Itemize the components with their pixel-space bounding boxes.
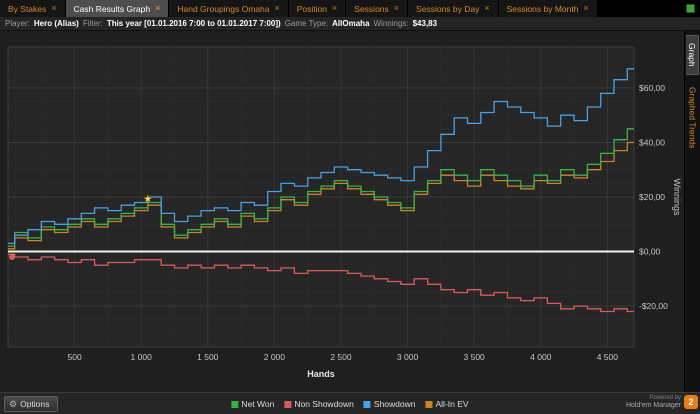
- tab-close-icon[interactable]: ×: [332, 4, 337, 13]
- tab-close-icon[interactable]: ×: [583, 4, 588, 13]
- tab-label: Hand Groupings Omaha: [177, 3, 270, 14]
- y-axis-title: Winnings: [672, 178, 682, 216]
- x-tick-label: 3 500: [464, 352, 486, 362]
- tab-close-icon[interactable]: ×: [51, 4, 56, 13]
- powered-by-label: Powered by: [649, 395, 681, 401]
- tab-close-icon[interactable]: ×: [155, 4, 160, 13]
- side-tab-graph[interactable]: Graph: [686, 35, 699, 75]
- x-tick-label: 2 500: [330, 352, 352, 362]
- dot-marker: [8, 254, 15, 260]
- options-button[interactable]: ⚙ Options: [4, 396, 59, 412]
- legend-item: Non Showdown: [284, 399, 354, 409]
- tab-bar-spacer: [598, 0, 686, 17]
- legend-swatch: [425, 400, 433, 408]
- hm2-logo: 2: [684, 395, 698, 410]
- tab-close-icon[interactable]: ×: [275, 4, 280, 13]
- tab-cash-results-graph[interactable]: Cash Results Graph ×: [65, 0, 170, 17]
- star-marker: ★: [143, 194, 153, 206]
- brand-label: Hold'em Manager: [625, 401, 681, 409]
- game-type-label: Game Type:: [284, 19, 329, 28]
- tab-label: Cash Results Graph: [73, 3, 151, 14]
- tab-label: By Stakes: [8, 3, 47, 14]
- x-tick-label: 1 000: [131, 352, 153, 362]
- tab-sessions-by-month[interactable]: Sessions by Month ×: [498, 0, 598, 17]
- powered-by-text: Powered by Hold'em Manager: [626, 395, 681, 410]
- x-tick-label: 1 500: [197, 352, 219, 362]
- y-tick-label: $0,00: [639, 247, 661, 257]
- y-tick-label: $20,00: [639, 192, 665, 202]
- y-tick-label: $40,00: [639, 137, 665, 147]
- x-tick-label: 4 000: [530, 352, 552, 362]
- side-tab-graphed-trends-label: Graphed Trends: [687, 86, 698, 149]
- filter-info-bar: Player: Hero (Alias) Filter: This year […: [0, 17, 700, 31]
- tab-label: Sessions: [354, 3, 389, 14]
- tab-label: Sessions by Month: [506, 3, 579, 14]
- side-tab-graphed-trends[interactable]: Graphed Trends: [687, 80, 699, 155]
- legend-swatch: [284, 400, 292, 408]
- legend-swatch: [231, 400, 239, 408]
- legend-label: Showdown: [373, 399, 416, 409]
- tab-bar: By Stakes × Cash Results Graph × Hand Groupi…: [0, 0, 700, 17]
- legend-label: All-In EV: [435, 399, 469, 409]
- legend-swatch: [363, 400, 371, 408]
- powered-by: Powered by Hold'em Manager 2: [626, 395, 698, 410]
- tab-position[interactable]: Position ×: [288, 0, 347, 17]
- filter-label: Filter:: [82, 19, 103, 28]
- gear-icon: ⚙: [9, 398, 18, 409]
- tab-by-stakes[interactable]: By Stakes ×: [0, 0, 66, 17]
- player-value: Hero (Alias): [33, 19, 79, 28]
- y-tick-label: $60,00: [639, 83, 665, 93]
- legend-label: Non Showdown: [294, 399, 354, 409]
- legend-item: Showdown: [363, 399, 416, 409]
- chart-area: ★ $60,00 $40,00 $20,00 $0,00 -$20,00 500 1 000 1…: [0, 31, 684, 392]
- side-tab-graph-label: Graph: [687, 43, 697, 67]
- app-window: By Stakes × Cash Results Graph × Hand Groupi…: [0, 0, 700, 414]
- x-tick-label: 4 500: [597, 352, 619, 362]
- bottom-bar: ⚙ Options Net Won Non Showdown Showdown All…: [0, 392, 700, 414]
- tab-close-icon[interactable]: ×: [484, 4, 489, 13]
- player-label: Player:: [5, 19, 30, 28]
- winnings-label: Winnings:: [373, 19, 409, 28]
- tab-sessions[interactable]: Sessions ×: [346, 0, 409, 17]
- x-tick-label: 500: [68, 352, 82, 362]
- grid-icon[interactable]: [686, 4, 695, 13]
- legend-item: Net Won: [231, 399, 274, 409]
- side-panel: Graph Graphed Trends: [684, 31, 700, 392]
- tab-close-icon[interactable]: ×: [394, 4, 399, 13]
- tab-hand-groupings-omaha[interactable]: Hand Groupings Omaha ×: [169, 0, 289, 17]
- filter-value: This year [01.01.2016 7:00 to 01.01.2017…: [106, 19, 281, 28]
- chart-legend: Net Won Non Showdown Showdown All-In EV: [231, 393, 469, 414]
- tab-label: Sessions by Day: [416, 3, 480, 14]
- results-graph[interactable]: ★ $60,00 $40,00 $20,00 $0,00 -$20,00 500 1 000 1…: [0, 31, 684, 392]
- x-axis-title: Hands: [307, 369, 335, 379]
- options-label: Options: [20, 399, 50, 409]
- legend-item: All-In EV: [425, 399, 469, 409]
- x-tick-label: 2 000: [264, 352, 286, 362]
- game-type-value: AllOmaha: [332, 19, 370, 28]
- tab-sessions-by-day[interactable]: Sessions by Day ×: [408, 0, 499, 17]
- x-tick-label: 3 000: [397, 352, 419, 362]
- legend-label: Net Won: [241, 399, 275, 409]
- y-tick-label: -$20,00: [639, 301, 668, 311]
- tab-label: Position: [296, 3, 328, 14]
- winnings-value: $43,83: [412, 19, 438, 28]
